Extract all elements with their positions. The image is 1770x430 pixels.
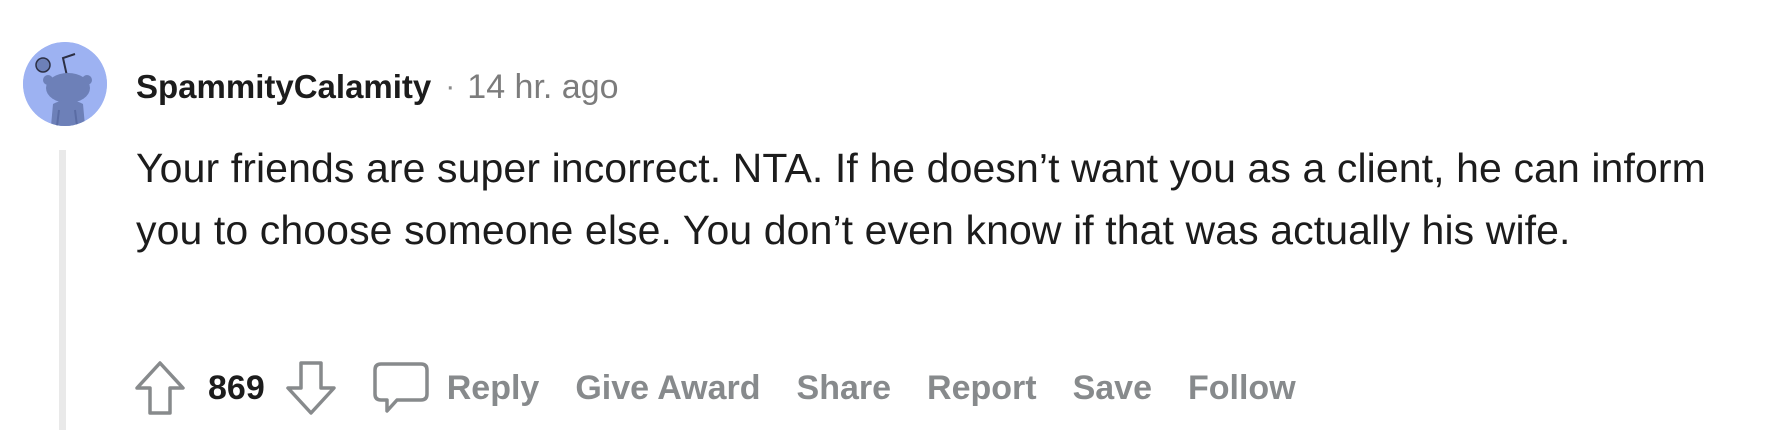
- save-button[interactable]: Save: [1073, 369, 1152, 408]
- timestamp[interactable]: 14 hr. ago: [467, 68, 618, 107]
- thread-line[interactable]: [59, 150, 66, 430]
- report-button[interactable]: Report: [927, 369, 1037, 408]
- upvote-button[interactable]: [130, 355, 190, 421]
- username[interactable]: SpammityCalamity: [136, 68, 431, 106]
- share-button[interactable]: Share: [797, 369, 892, 408]
- vote-score: 869: [208, 368, 265, 407]
- comment-header: SpammityCalamity · 14 hr. ago: [136, 63, 619, 111]
- follow-button[interactable]: Follow: [1188, 369, 1296, 408]
- give-award-button[interactable]: Give Award: [575, 369, 760, 408]
- comment: SpammityCalamity · 14 hr. ago Your frien…: [0, 0, 1770, 430]
- avatar[interactable]: [23, 42, 107, 126]
- comment-button[interactable]: [369, 355, 433, 421]
- reply-button[interactable]: Reply: [447, 369, 540, 408]
- comment-body: Your friends are super incorrect. NTA. I…: [136, 145, 1706, 253]
- upvote-arrow-icon: [135, 361, 185, 415]
- downvote-arrow-icon: [285, 361, 336, 415]
- downvote-button[interactable]: [281, 355, 341, 421]
- snoo-avatar-icon: [23, 42, 107, 126]
- comment-actions: 869 Reply Give Award Share Report Save F…: [130, 355, 1296, 421]
- speech-bubble-icon: [372, 362, 429, 413]
- separator-dot: ·: [445, 70, 456, 103]
